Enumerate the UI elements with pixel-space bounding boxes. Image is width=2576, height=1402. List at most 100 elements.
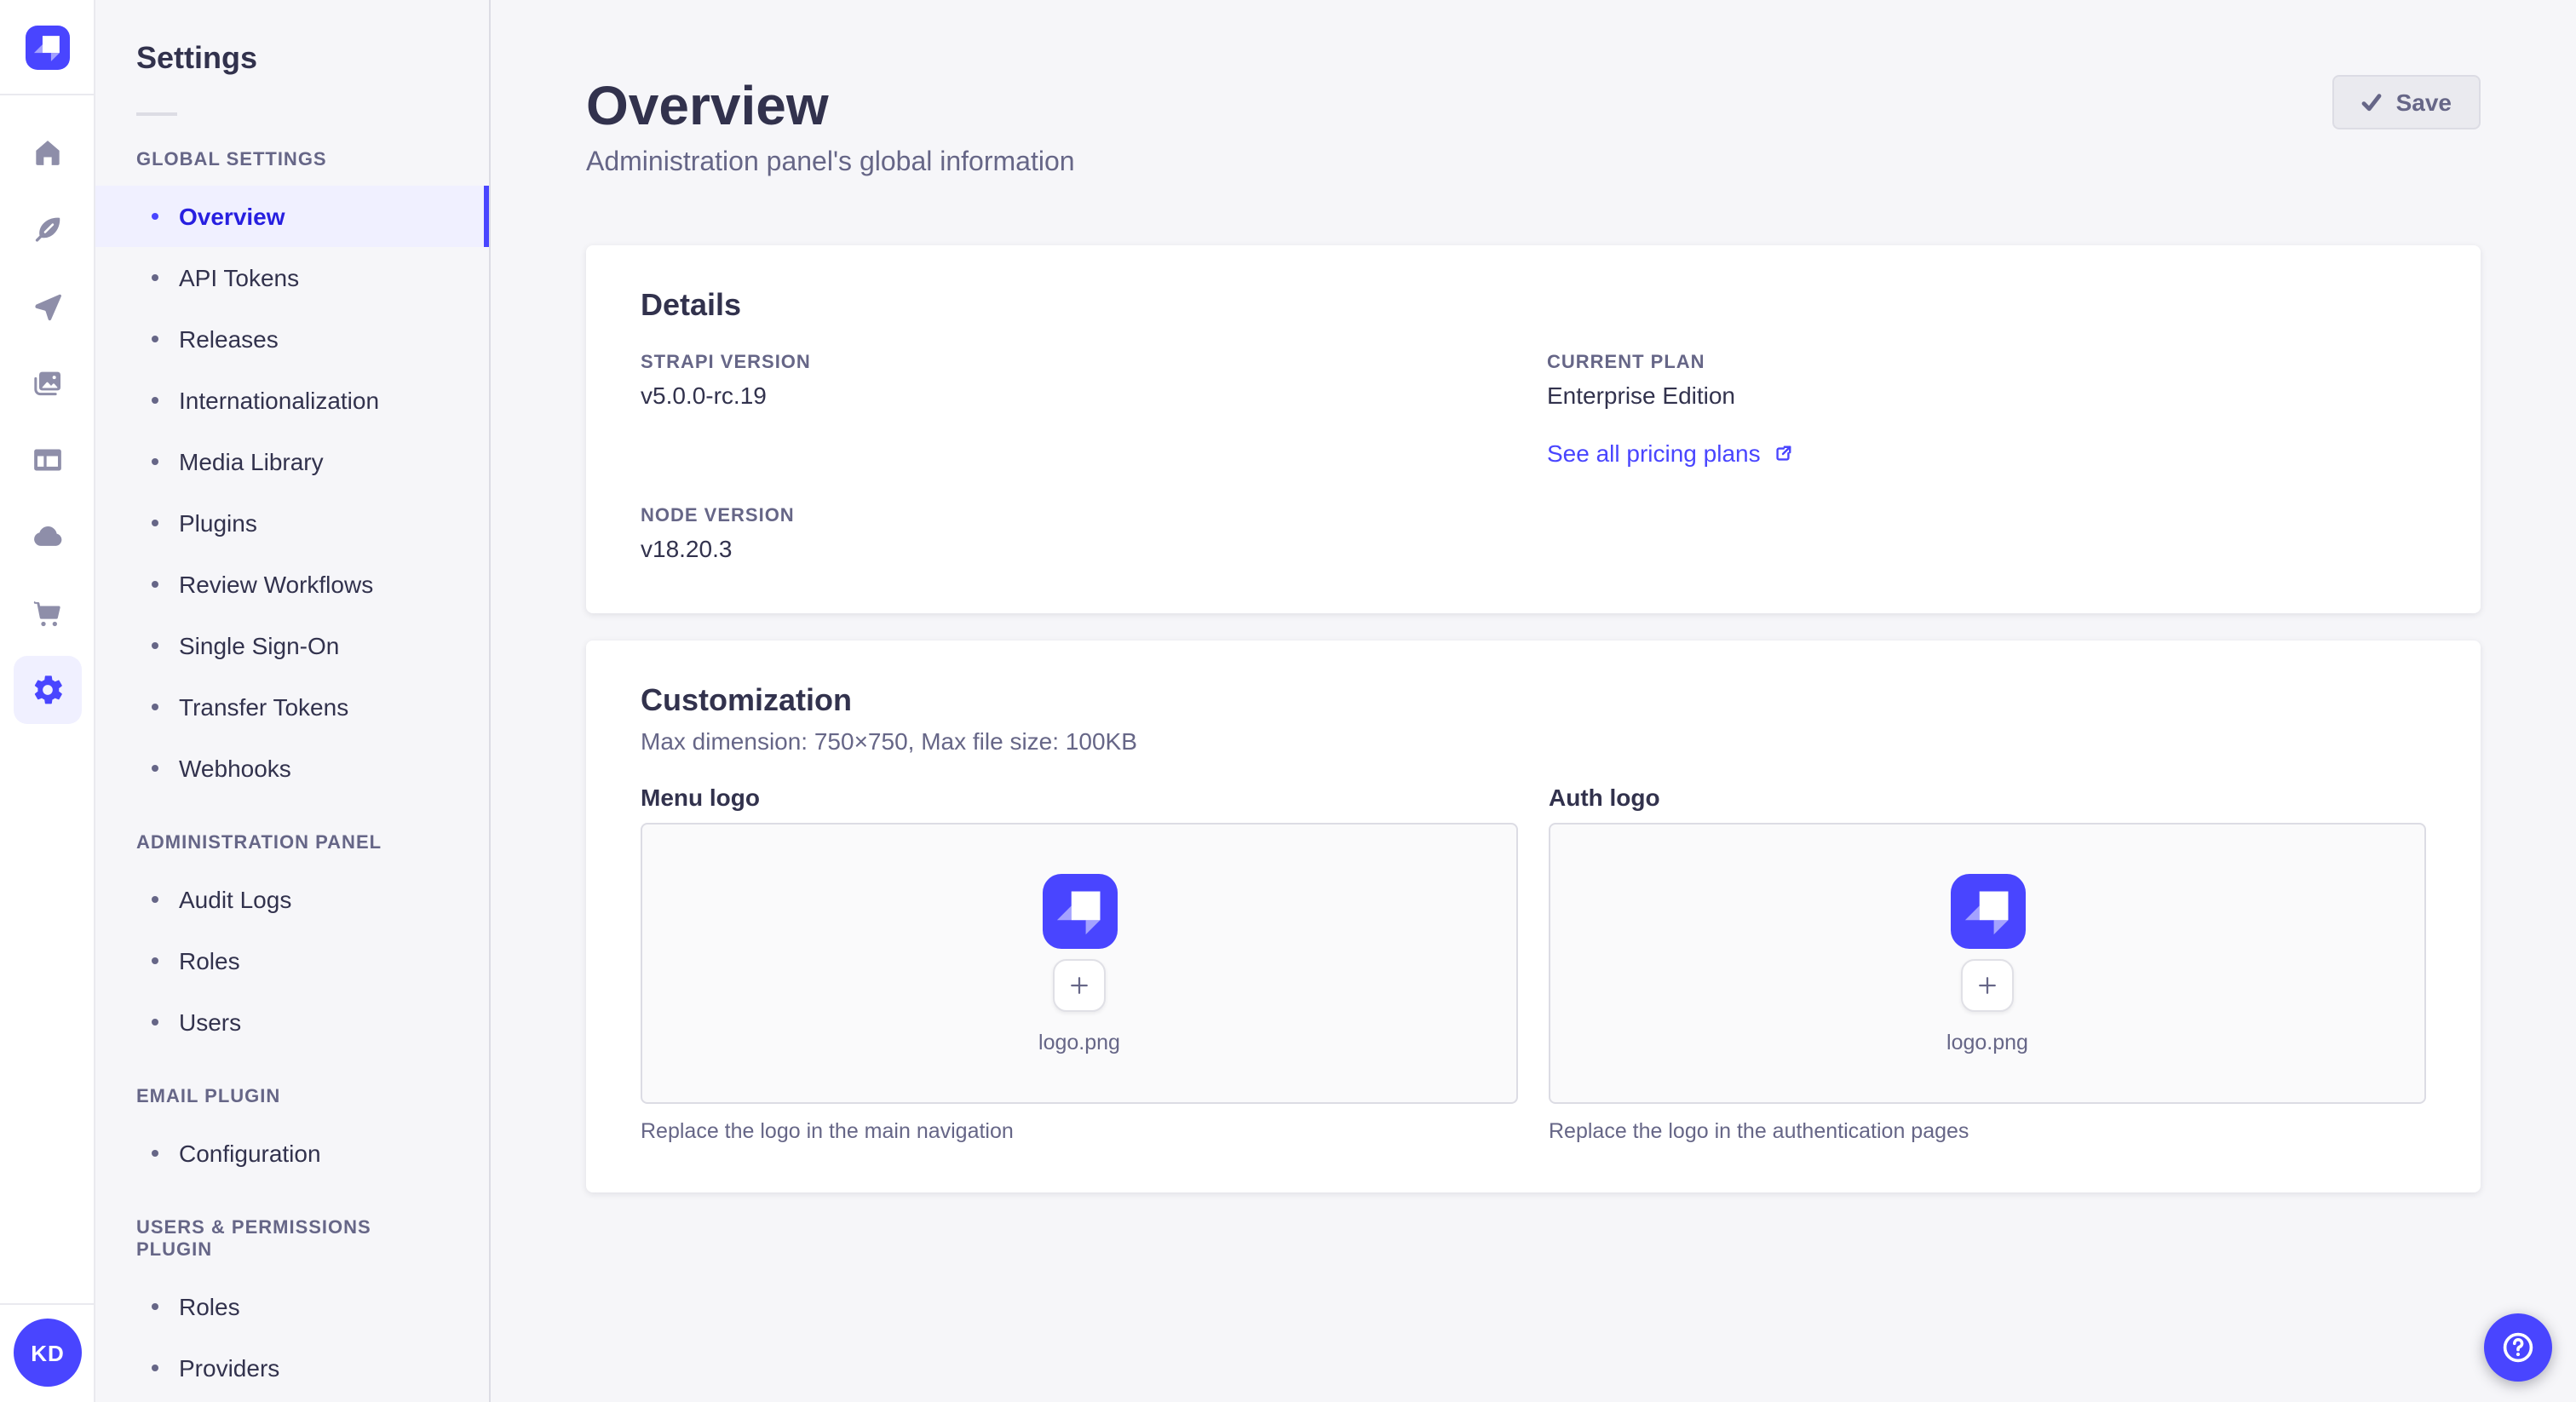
- sidebar-item-webhooks[interactable]: Webhooks: [95, 738, 489, 799]
- save-button[interactable]: Save: [2332, 75, 2481, 129]
- sidebar-item-admin-roles[interactable]: Roles: [95, 930, 489, 991]
- auth-logo-preview: [1950, 873, 2025, 948]
- sidebar-item-single-sign-on[interactable]: Single Sign-On: [95, 615, 489, 676]
- settings-nav-button[interactable]: [13, 656, 81, 724]
- bullet-icon: [152, 1365, 158, 1371]
- save-button-label: Save: [2395, 89, 2452, 116]
- auth-logo-caption: Replace the logo in the authentication p…: [1549, 1119, 1969, 1143]
- rail-icon-list: [13, 95, 81, 733]
- section-users-permissions-plugin: USERS & PERMISSIONS PLUGIN: [136, 1218, 371, 1261]
- section-administration-panel: ADMINISTRATION PANEL: [136, 833, 382, 853]
- bullet-icon: [152, 896, 158, 903]
- menu-logo-dropzone[interactable]: logo.png: [641, 823, 1518, 1104]
- see-all-pricing-plans-link[interactable]: See all pricing plans: [1547, 436, 1793, 470]
- content-manager-nav-button[interactable]: [13, 196, 81, 264]
- menu-logo-preview: [1042, 873, 1117, 948]
- bullet-icon: [152, 1303, 158, 1310]
- menu-logo-add-button[interactable]: [1053, 958, 1106, 1011]
- node-version-field: NODE VERSION v18.20.3: [641, 504, 1520, 566]
- page-title: Overview: [586, 75, 829, 136]
- node-version-label: NODE VERSION: [641, 506, 795, 526]
- node-version-value: v18.20.3: [641, 535, 733, 562]
- subnav-title: Settings: [136, 41, 258, 75]
- bullet-icon: [152, 458, 158, 465]
- auth-logo-add-button[interactable]: [1961, 958, 2014, 1011]
- check-icon: [2362, 94, 2382, 112]
- sidebar-item-up-providers[interactable]: Providers: [95, 1337, 489, 1399]
- customization-card: Customization Max dimension: 750×750, Ma…: [586, 641, 2481, 1192]
- bullet-icon: [152, 704, 158, 710]
- page-header: Overview Administration panel's global i…: [586, 0, 2481, 181]
- deploy-nav-button[interactable]: [13, 503, 81, 571]
- strapi-logo[interactable]: [25, 25, 69, 69]
- bullet-icon: [152, 397, 158, 404]
- sidebar-item-overview[interactable]: Overview: [95, 186, 489, 247]
- sidebar-item-transfer-tokens[interactable]: Transfer Tokens: [95, 676, 489, 738]
- user-avatar[interactable]: KD: [14, 1319, 82, 1387]
- sidebar-item-email-configuration[interactable]: Configuration: [95, 1123, 489, 1184]
- bullet-icon: [152, 642, 158, 649]
- marketplace-nav-button[interactable]: [13, 579, 81, 647]
- auth-logo-label: Auth logo: [1549, 784, 1660, 811]
- content-type-builder-nav-button[interactable]: [13, 426, 81, 494]
- page-subtitle: Administration panel's global informatio…: [586, 148, 1075, 177]
- bullet-icon: [152, 1150, 158, 1157]
- gear-icon: [33, 675, 61, 704]
- media-library-nav-button[interactable]: [13, 349, 81, 417]
- sidebar-item-review-workflows[interactable]: Review Workflows: [95, 554, 489, 615]
- sidebar-item-up-roles[interactable]: Roles: [95, 1276, 489, 1337]
- strapi-logo-icon: [32, 35, 59, 61]
- menu-logo-label: Menu logo: [641, 784, 760, 811]
- menu-logo-upload: Menu logo logo.png Replace the logo in t…: [641, 756, 1518, 1145]
- settings-subnav: Settings GLOBAL SETTINGS Overview API To…: [95, 0, 491, 1402]
- auth-logo-upload: Auth logo logo.png Replace the logo in t…: [1549, 756, 2426, 1145]
- customization-card-subtitle: Max dimension: 750×750, Max file size: 1…: [641, 727, 1137, 755]
- customization-card-title: Customization: [641, 683, 852, 717]
- media-library-icon: [33, 371, 60, 396]
- menu-logo-filename: logo.png: [1038, 1030, 1120, 1054]
- strapi-version-label: STRAPI VERSION: [641, 353, 811, 373]
- strapi-logo-icon: [1055, 890, 1100, 934]
- details-grid: STRAPI VERSION v5.0.0-rc.19 CURRENT PLAN…: [641, 351, 2426, 566]
- main-nav-rail: KD: [0, 0, 95, 1402]
- current-plan-label: CURRENT PLAN: [1547, 353, 1705, 373]
- bullet-icon: [152, 274, 158, 281]
- sidebar-item-audit-logs[interactable]: Audit Logs: [95, 869, 489, 930]
- bullet-icon: [152, 336, 158, 342]
- section-global-settings: GLOBAL SETTINGS: [136, 150, 327, 170]
- sidebar-item-releases[interactable]: Releases: [95, 308, 489, 370]
- section-email-plugin: EMAIL PLUGIN: [136, 1087, 281, 1107]
- external-link-icon: [1776, 445, 1792, 460]
- cloud-icon: [33, 526, 61, 546]
- sidebar-item-plugins[interactable]: Plugins: [95, 492, 489, 554]
- sidebar-item-internationalization[interactable]: Internationalization: [95, 370, 489, 431]
- plus-icon: [1071, 976, 1088, 993]
- paper-plane-icon: [34, 294, 60, 321]
- bullet-icon: [152, 957, 158, 964]
- bullet-icon: [152, 581, 158, 588]
- rail-bottom: KD: [0, 1303, 94, 1402]
- strapi-version-field: STRAPI VERSION v5.0.0-rc.19: [641, 351, 1520, 470]
- strapi-admin-app: KD Settings GLOBAL SETTINGS Overview API…: [0, 0, 2576, 1402]
- help-button[interactable]: [2484, 1313, 2552, 1382]
- sidebar-item-admin-users[interactable]: Users: [95, 991, 489, 1053]
- bullet-icon: [152, 1019, 158, 1026]
- bullet-icon: [152, 765, 158, 772]
- feather-icon: [34, 217, 60, 242]
- auth-logo-filename: logo.png: [1946, 1030, 2028, 1054]
- home-icon: [35, 141, 59, 165]
- layout-icon: [33, 449, 60, 471]
- pricing-link-label: See all pricing plans: [1547, 440, 1761, 467]
- workspace-logo-cell: [0, 0, 94, 95]
- sidebar-item-media-library[interactable]: Media Library: [95, 431, 489, 492]
- bullet-icon: [152, 213, 158, 220]
- current-plan-value: Enterprise Edition: [1547, 382, 1736, 409]
- subnav-divider: [136, 112, 177, 116]
- strapi-logo-icon: [1964, 890, 2008, 934]
- sidebar-item-api-tokens[interactable]: API Tokens: [95, 247, 489, 308]
- bullet-icon: [152, 520, 158, 526]
- details-card-title: Details: [641, 288, 742, 322]
- home-nav-button[interactable]: [13, 119, 81, 187]
- auth-logo-dropzone[interactable]: logo.png: [1549, 823, 2426, 1104]
- release-nav-button[interactable]: [13, 273, 81, 341]
